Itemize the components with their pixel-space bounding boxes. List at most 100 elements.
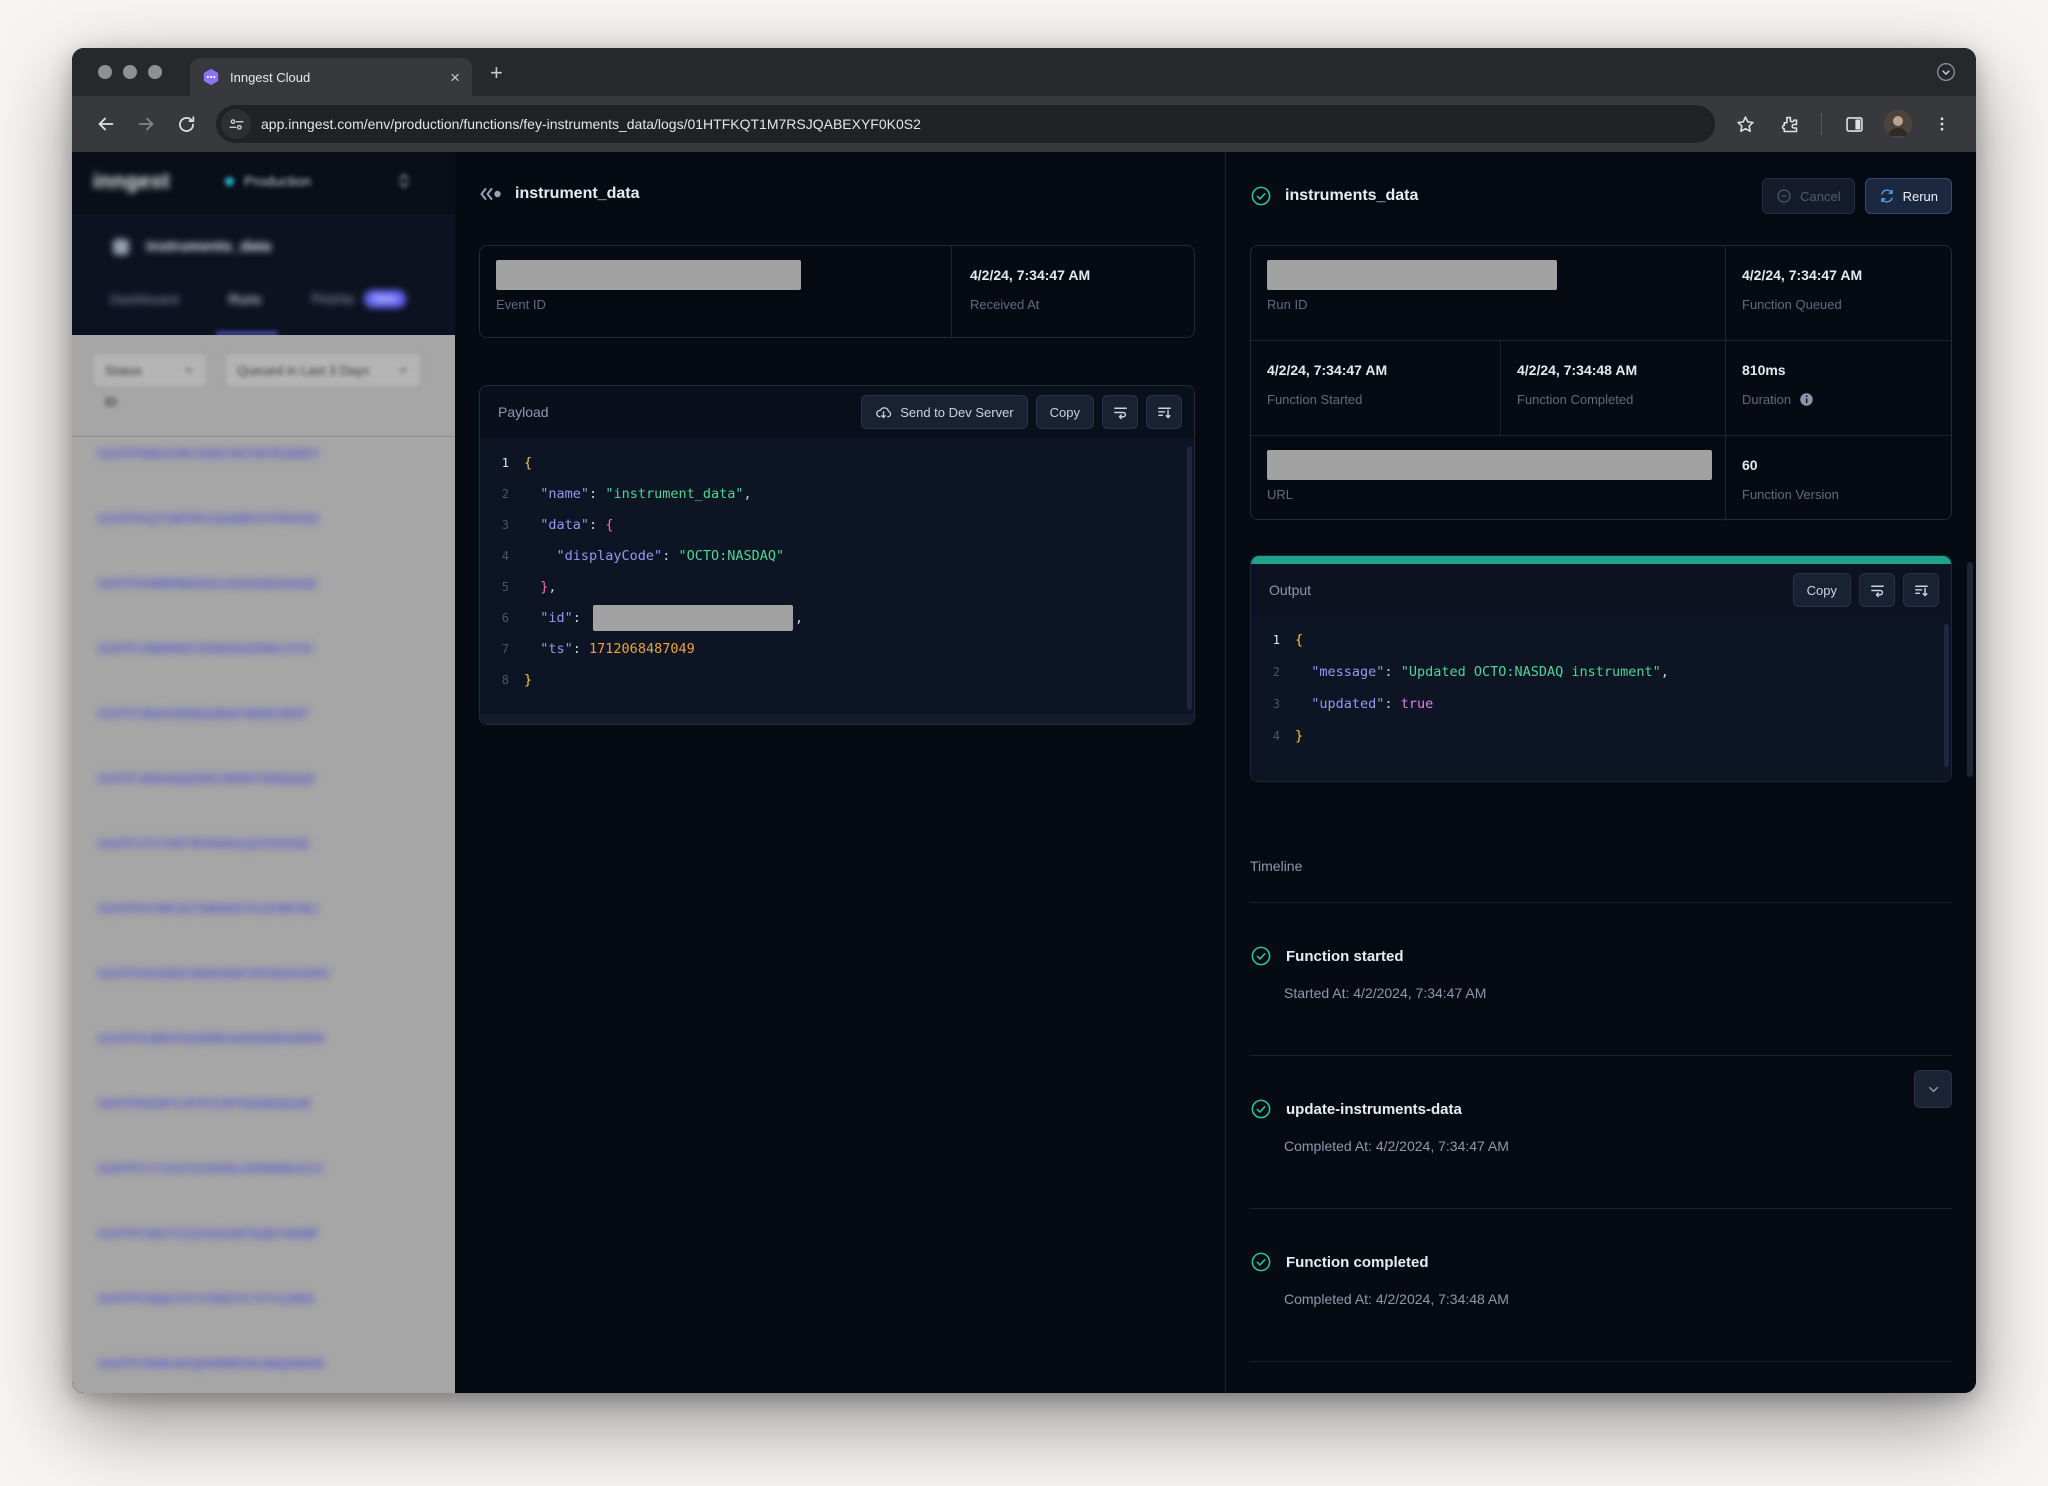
run-id-link[interactable]: 01HTFN86XV8CXWS7657W7E3WDY <box>98 446 455 511</box>
run-details-card: Run ID 4/2/24, 7:34:47 AM Function Queue… <box>1250 245 1952 520</box>
site-settings-icon[interactable] <box>221 109 251 139</box>
send-to-dev-server-button[interactable]: Send to Dev Server <box>861 395 1027 429</box>
run-id-link[interactable]: 01HTFCYYZGYGVGDKJVP82NKXCZ <box>98 1161 455 1226</box>
output-code: 1{2 "message": "Updated OCTO:NASDAQ inst… <box>1251 616 1951 781</box>
side-panel-icon[interactable] <box>1834 104 1874 144</box>
traffic-lights[interactable] <box>98 65 162 79</box>
expand-lines-icon[interactable] <box>1146 395 1182 429</box>
profile-avatar[interactable] <box>1884 110 1912 138</box>
tab-runs[interactable]: Runs <box>229 291 262 307</box>
new-badge: New <box>364 290 406 308</box>
tab-close-icon[interactable]: × <box>450 69 460 86</box>
code-line: 2 "name": "instrument_data", <box>480 478 1194 509</box>
environment-chevrons-icon[interactable] <box>397 171 411 191</box>
run-id-link[interactable]: 01HTFG3BKPQSR9E4A93GBRARRN <box>98 1031 455 1096</box>
forward-icon[interactable] <box>126 104 166 144</box>
timeline-item: Function startedStarted At: 4/2/2024, 7:… <box>1250 903 1952 1056</box>
runs-list-panel: Status Queued in Last 3 Days ID 01HTFN86… <box>72 335 455 1393</box>
duration-info-icon[interactable] <box>1799 392 1814 407</box>
function-started-cell: 4/2/24, 7:34:47 AM Function Started <box>1251 341 1501 436</box>
step-success-icon <box>1250 945 1272 967</box>
tab-search-icon[interactable] <box>1936 62 1956 82</box>
function-icon <box>113 239 129 255</box>
run-id-link[interactable]: 01HTFCR9KAPQP0R8PZK3MQNMX8 <box>98 1356 455 1393</box>
run-id-cell: Run ID <box>1251 246 1726 341</box>
list-divider <box>72 436 455 437</box>
duration-cell: 810ms Duration <box>1726 341 1951 436</box>
cancel-button[interactable]: Cancel <box>1762 178 1854 214</box>
timeline-step-title: Function completed <box>1286 1254 1429 1271</box>
run-id-link[interactable]: 01HTFJ6DA6Q238SJWNH7E8Q2Q0 <box>98 771 455 836</box>
close-window-button[interactable] <box>98 65 112 79</box>
sidebar-top-bar: inngest Production <box>72 152 455 214</box>
status-filter[interactable]: Status <box>92 352 208 388</box>
code-line: 3 "data": { <box>480 509 1194 540</box>
browser-tab[interactable]: Inngest Cloud × <box>190 58 472 96</box>
step-success-icon <box>1250 1251 1272 1273</box>
expand-step-button[interactable] <box>1914 1070 1952 1108</box>
timeline-step-detail: Completed At: 4/2/2024, 7:34:47 AM <box>1284 1138 1952 1154</box>
toolbar-actions <box>1725 104 1962 144</box>
tab-dashboard[interactable]: Dashboard <box>110 291 179 307</box>
redacted-value <box>593 605 793 631</box>
run-id-link[interactable]: 01HTFHYWF32TSB9HGTG1F5BTBJ <box>98 901 455 966</box>
function-version-cell: 60 Function Version <box>1726 436 1951 521</box>
received-at-value: 4/2/24, 7:34:47 AM <box>970 260 1176 290</box>
run-id-link[interactable]: 01HTFKQT1M7RSJQABEXYF0K0S2 <box>98 511 455 576</box>
bookmark-star-icon[interactable] <box>1725 104 1765 144</box>
browser-menu-icon[interactable] <box>1922 104 1962 144</box>
timeline-items: Function startedStarted At: 4/2/2024, 7:… <box>1250 903 1952 1362</box>
run-id-link[interactable]: 01HTFJ94AVE0BQ48AF4DM13E9T <box>98 706 455 771</box>
payload-horizontal-scrollbar[interactable] <box>480 714 1194 724</box>
time-range-filter[interactable]: Queued in Last 3 Days <box>224 352 422 388</box>
run-id-link[interactable]: 01HTFC5QG7ZYVXNZVC7VT1Z4K6 <box>98 1291 455 1356</box>
run-id-link[interactable]: 01HTFCWZ7CZ2X3AZM75QEYNH8F <box>98 1226 455 1291</box>
browser-window: Inngest Cloud × + app.inngest.com/env/pr… <box>72 48 1976 1393</box>
output-card: Output Copy 1{2 "message": "Updated OCTO… <box>1250 555 1952 782</box>
run-id-link[interactable]: 01HTFJ3B5PBZ7EWGK5Z086JYC8 <box>98 641 455 706</box>
payload-vertical-scrollbar[interactable] <box>1187 446 1192 710</box>
tab-replay[interactable]: ReplayNew <box>311 290 406 308</box>
minimize-window-button[interactable] <box>123 65 137 79</box>
run-id-label: Run ID <box>1267 297 1709 312</box>
run-panel-scrollbar[interactable] <box>1967 562 1973 777</box>
new-tab-button[interactable]: + <box>490 60 503 86</box>
function-header: instruments_data Dashboard Runs ReplayNe… <box>72 214 455 335</box>
code-line: 8} <box>480 664 1194 695</box>
timeline-step-title: update-instruments-data <box>1286 1101 1462 1118</box>
timeline-item: Function completed Completed At: 4/2/2024… <box>1250 1209 1952 1362</box>
browser-toolbar: app.inngest.com/env/production/functions… <box>72 96 1976 152</box>
extensions-icon[interactable] <box>1769 104 1809 144</box>
run-id-link[interactable]: 01HTFJ7C7HF7RVN051Q3YD2S3E <box>98 836 455 901</box>
run-id-link[interactable]: 01HTFKMBPMD0ZAJ4AG04K03A02 <box>98 576 455 641</box>
output-word-wrap-icon[interactable] <box>1859 573 1895 607</box>
payload-copy-button[interactable]: Copy <box>1036 395 1094 429</box>
url-redacted <box>1267 450 1712 480</box>
output-copy-button[interactable]: Copy <box>1793 573 1851 607</box>
received-at-label: Received At <box>970 297 1176 312</box>
run-id-link[interactable]: 01HTFEG3FVJP7FZJP7EA5KN3JR <box>98 1096 455 1161</box>
output-expand-lines-icon[interactable] <box>1903 573 1939 607</box>
timeline-step-detail: Completed At: 4/2/2024, 7:34:48 AM <box>1284 1291 1952 1307</box>
back-icon[interactable] <box>86 104 126 144</box>
timeline-step-detail: Started At: 4/2/2024, 7:34:47 AM <box>1284 985 1952 1001</box>
run-id-redacted <box>1267 260 1557 290</box>
url-label: URL <box>1267 487 1709 502</box>
code-line: 1{ <box>480 447 1194 478</box>
environment-selector[interactable]: Production <box>225 173 311 189</box>
function-queued-cell: 4/2/24, 7:34:47 AM Function Queued <box>1726 246 1951 341</box>
code-line: 3 "updated": true <box>1251 688 1951 720</box>
payload-card: Payload Send to Dev Server Copy <box>479 385 1195 725</box>
output-vertical-scrollbar[interactable] <box>1944 624 1949 767</box>
id-column-header: ID <box>105 395 117 409</box>
url-bar[interactable]: app.inngest.com/env/production/functions… <box>216 105 1715 143</box>
function-name: instruments_data <box>146 238 271 255</box>
payload-code: 1{2 "name": "instrument_data",3 "data": … <box>480 438 1194 724</box>
rerun-button[interactable]: Rerun <box>1865 178 1952 214</box>
word-wrap-icon[interactable] <box>1102 395 1138 429</box>
run-id-link[interactable]: 01HTFHXGR0CWNHSWY8T5NAVGRC <box>98 966 455 1031</box>
output-status-bar <box>1251 556 1951 564</box>
url-cell: URL <box>1251 436 1726 521</box>
zoom-window-button[interactable] <box>148 65 162 79</box>
reload-icon[interactable] <box>166 104 206 144</box>
